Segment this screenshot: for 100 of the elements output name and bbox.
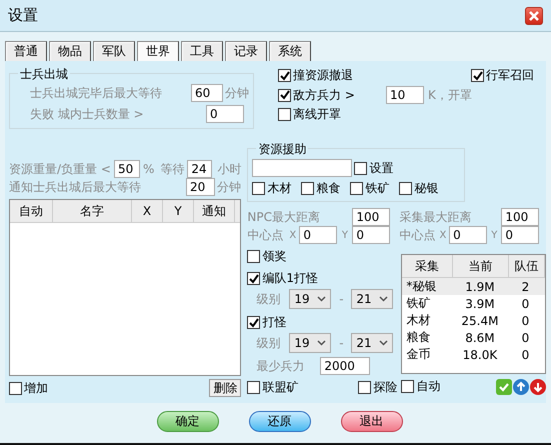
input-field[interactable]: 20 — [186, 178, 215, 196]
option-label: 联盟矿 — [262, 379, 298, 396]
delete-button[interactable]: 删除 — [209, 379, 242, 397]
column-header[interactable]: 名字 — [53, 200, 132, 222]
field-label: 级别 — [256, 334, 282, 352]
column-header[interactable]: 通知 — [194, 200, 235, 222]
checkbox[interactable] — [247, 316, 260, 329]
checkbox[interactable] — [252, 182, 266, 195]
axis-label: Y — [340, 230, 349, 240]
checkbox[interactable] — [471, 69, 484, 82]
input-field[interactable]: 0 — [206, 105, 244, 123]
tab[interactable]: 系统 — [269, 41, 311, 61]
tab[interactable]: 世界 — [137, 41, 179, 61]
input-field[interactable]: 0 — [352, 226, 390, 244]
check-icon[interactable] — [496, 378, 512, 394]
dialog-button[interactable]: 还原 — [248, 411, 310, 432]
table-row[interactable]: *秘银 1.9M 2 — [402, 278, 546, 295]
column-header[interactable]: 采集 — [402, 255, 454, 277]
axis-label: Y — [490, 230, 498, 240]
column-header[interactable]: 当前 — [453, 255, 509, 277]
window-title: 设置 — [8, 6, 38, 25]
checkbox[interactable] — [350, 182, 364, 195]
field-label: 失败 城内士兵数量 > — [30, 106, 145, 122]
column-header[interactable]: 队伍 — [508, 255, 546, 277]
tab[interactable]: 普通 — [5, 41, 47, 61]
input-field[interactable]: 0 — [449, 226, 488, 244]
group-title: 士兵出城 — [18, 66, 70, 83]
input-field[interactable]: 10 — [386, 86, 424, 104]
caret-icon — [379, 340, 388, 346]
field-label: 采集最大距离 — [399, 208, 472, 226]
axis-label: X — [440, 230, 448, 240]
option-label: 离线开罩 — [293, 106, 341, 123]
field-label: 级别 — [256, 290, 282, 308]
unit-label: % — [143, 162, 154, 176]
checkbox[interactable] — [9, 382, 22, 394]
checkbox[interactable] — [247, 250, 260, 263]
caret-icon — [317, 340, 326, 346]
option-label: 设置 — [369, 160, 394, 176]
input-field[interactable]: 0 — [501, 226, 540, 244]
field-label: 等待 — [160, 160, 184, 178]
tab[interactable]: 物品 — [49, 41, 91, 61]
checkbox[interactable] — [399, 182, 412, 195]
level-dropdown[interactable]: 21 — [351, 289, 394, 309]
level-dropdown[interactable]: 19 — [289, 289, 332, 309]
dialog-button[interactable]: 退出 — [340, 411, 402, 432]
option-label: 编队1打怪 — [262, 270, 318, 287]
unit-label: 分钟 — [217, 178, 241, 196]
axis-label: X — [289, 230, 298, 240]
field-label: 通知士兵出城后最大等待 — [9, 178, 142, 196]
option-label: 木材 — [267, 180, 292, 197]
option-label: 增加 — [24, 380, 48, 396]
field-label: 资源重量/负重量 < — [9, 160, 112, 178]
checkbox[interactable] — [354, 162, 368, 174]
column-header[interactable]: 自动 — [10, 200, 53, 222]
caret-icon — [317, 296, 326, 302]
column-header[interactable]: X — [132, 200, 163, 222]
checkbox[interactable] — [278, 108, 291, 121]
tab[interactable]: 记录 — [225, 41, 267, 61]
option-label: 行军召回 — [486, 67, 534, 84]
option-label: 领奖 — [262, 248, 286, 265]
tab[interactable]: 工具 — [181, 41, 223, 61]
input-field[interactable]: 0 — [299, 226, 338, 244]
input-field[interactable]: 100 — [501, 208, 540, 226]
option-label: 自动 — [416, 378, 440, 395]
option-label: 打怪 — [262, 314, 286, 331]
close-button[interactable] — [525, 6, 543, 24]
field-label: NPC最大距离 — [247, 208, 321, 226]
option-label: 粮食 — [316, 180, 340, 197]
checkbox[interactable] — [247, 272, 260, 285]
input-field[interactable] — [252, 159, 352, 177]
input-field[interactable]: 100 — [352, 208, 390, 226]
checkbox[interactable] — [278, 69, 291, 82]
level-dropdown[interactable]: 21 — [351, 333, 394, 353]
input-field[interactable]: 2000 — [320, 357, 370, 375]
checkbox[interactable] — [301, 182, 314, 195]
close-icon — [529, 10, 539, 20]
option-label: 铁矿 — [365, 180, 390, 197]
input-field[interactable]: 50 — [114, 160, 140, 178]
unit-label: 小时 — [217, 160, 242, 178]
caret-icon — [379, 296, 388, 302]
dialog-button[interactable]: 确定 — [156, 411, 218, 432]
field-label: 中心点 — [247, 226, 284, 244]
checkbox[interactable] — [358, 381, 372, 394]
group-title: 资源援助 — [256, 141, 308, 158]
option-label: 撞资源撤退 — [293, 67, 353, 84]
checkbox[interactable] — [401, 380, 414, 393]
input-field[interactable]: 60 — [191, 84, 223, 102]
unit-label: K，开罩 — [428, 86, 472, 104]
input-field[interactable]: 24 — [187, 160, 212, 178]
checkbox[interactable] — [278, 88, 291, 102]
option-label: 秘银 — [414, 180, 438, 197]
option-label: 探险 — [373, 379, 398, 396]
checkbox[interactable] — [247, 381, 260, 394]
field-label: 中心点 — [399, 226, 436, 244]
column-header[interactable]: Y — [163, 200, 194, 222]
range-dash: - — [338, 292, 345, 306]
option-label: 敌方兵力 > — [293, 86, 355, 104]
level-dropdown[interactable]: 19 — [289, 333, 332, 353]
unit-label: 分钟 — [225, 84, 249, 102]
tab[interactable]: 军队 — [93, 41, 135, 61]
